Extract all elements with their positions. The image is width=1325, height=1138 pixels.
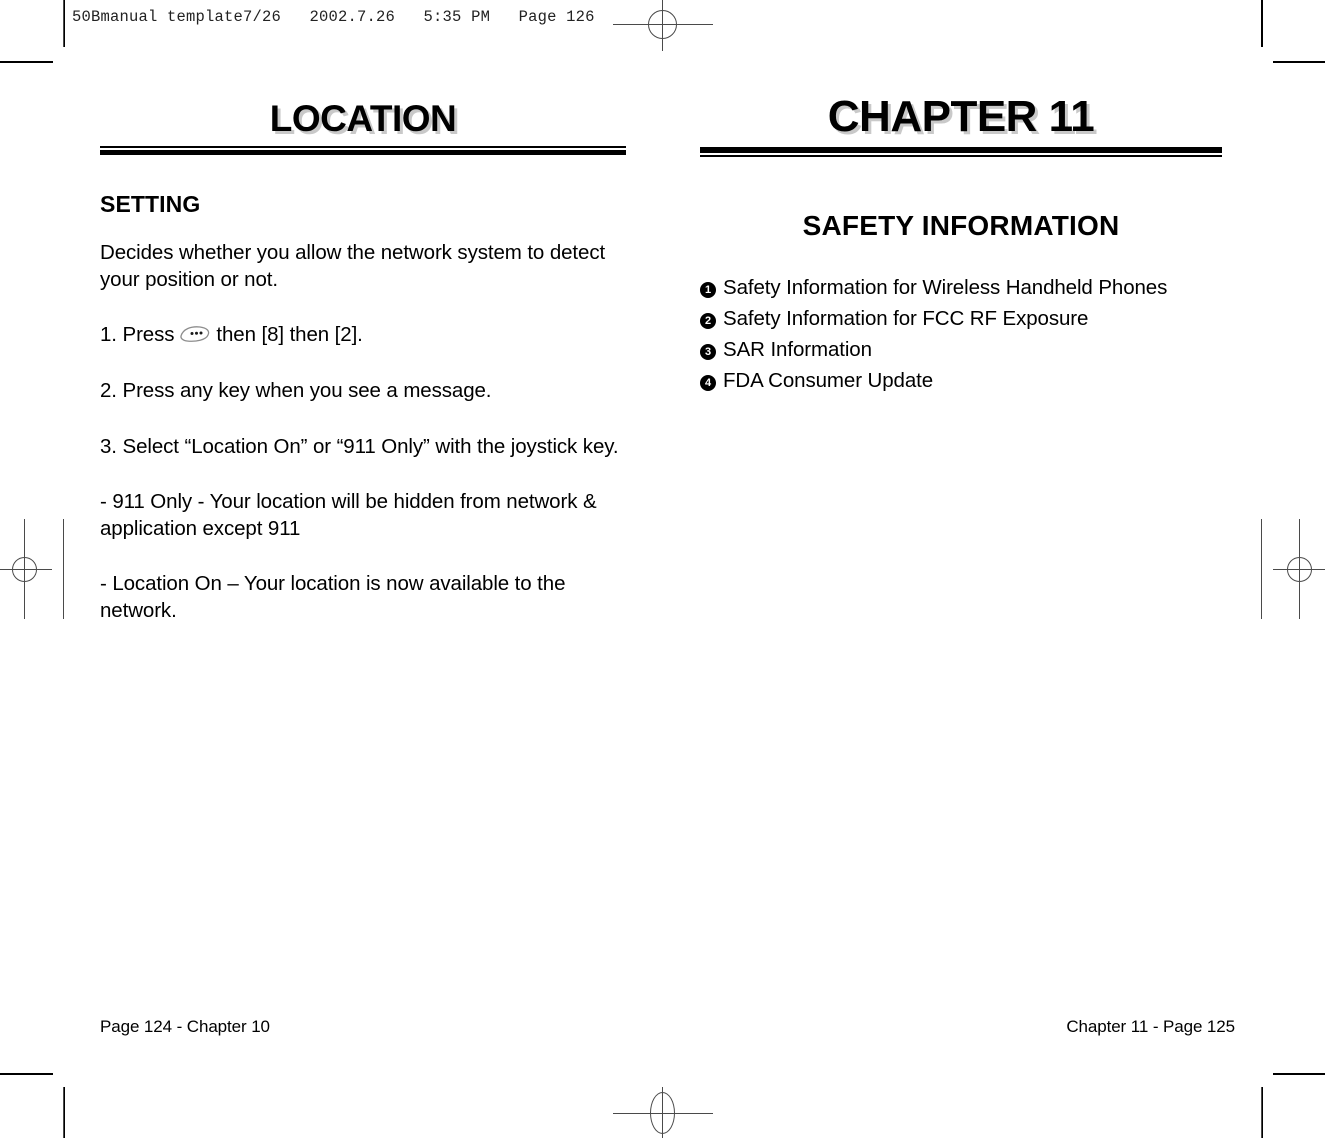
crop-mark-top-right-horizontal [1273, 61, 1325, 63]
crop-mark-top-right-vertical [1261, 0, 1263, 47]
list-item: 1 Safety Information for Wireless Handhe… [700, 272, 1222, 303]
right-page-title-rule [700, 147, 1222, 157]
step-1-paragraph: 1. Press then [8] then [2]. [100, 322, 626, 349]
menu-key-icon [178, 324, 212, 344]
setting-intro-paragraph: Decides whether you allow the network sy… [100, 241, 606, 291]
left-page-column: LOCATION SETTING Decides whether you all… [100, 100, 626, 625]
page-guide-left-middle [24, 519, 25, 619]
page-edge-guide-left [63, 519, 64, 619]
list-item: 4 FDA Consumer Update [700, 365, 1222, 396]
rule-thin-line [700, 155, 1222, 157]
registration-mark-top [648, 10, 677, 39]
registration-mark-bottom [650, 1092, 675, 1134]
registration-mark-right [1287, 557, 1312, 582]
list-item: 2 Safety Information for FCC RF Exposure [700, 303, 1222, 334]
safety-information-heading: SAFETY INFORMATION [802, 210, 1120, 241]
rule-thick-line [100, 150, 626, 155]
step-3-paragraph: 3. Select “Location On” or “911 Only” wi… [100, 434, 619, 458]
right-page-banner-title: CHAPTER 11 [827, 92, 1095, 141]
crop-mark-top-left-horizontal [0, 61, 53, 63]
right-page-column: CHAPTER 11 SAFETY INFORMATION 1 Safety I… [700, 95, 1222, 397]
setting-heading: SETTING [100, 191, 201, 217]
step-1-text-after: then [8] then [2]. [216, 323, 363, 347]
list-item-label: Safety Information for FCC RF Exposure [723, 307, 1089, 331]
step-1-text-before: 1. Press [100, 323, 175, 347]
page-guide-left-upper [63, 0, 64, 47]
note-911-only: - 911 Only - Your location will be hidde… [100, 490, 597, 540]
note-location-on: - Location On – Your location is now ava… [100, 572, 566, 623]
numbered-bullet-2-icon: 2 [700, 313, 716, 330]
safety-topics-list: 1 Safety Information for Wireless Handhe… [700, 272, 1222, 397]
crop-mark-bottom-left-horizontal [0, 1073, 53, 1075]
left-page-title-rule [100, 146, 626, 155]
right-page-footer: Chapter 11 - Page 125 [1066, 1017, 1235, 1036]
page-edge-guide-right [1261, 519, 1262, 619]
page-edge-guide-left-bottom [63, 1087, 64, 1138]
list-item-label: FDA Consumer Update [723, 369, 934, 393]
page-edge-guide-right-bottom [1261, 1087, 1262, 1138]
list-item-label: Safety Information for Wireless Handheld… [723, 276, 1168, 299]
numbered-bullet-1-icon: 1 [700, 282, 716, 298]
left-page-banner-title: LOCATION [269, 98, 457, 139]
step-2-paragraph: 2. Press any key when you see a message. [100, 378, 492, 402]
print-imprint-line: 50Bmanual template7/26 2002.7.26 5:35 PM… [72, 8, 595, 26]
list-item-label: SAR Information [723, 338, 872, 362]
crop-mark-bottom-right-horizontal [1273, 1073, 1325, 1075]
numbered-bullet-4-icon: 4 [700, 375, 716, 392]
numbered-bullet-3-icon: 3 [700, 344, 716, 361]
list-item: 3 SAR Information [700, 334, 1222, 365]
left-page-footer: Page 124 - Chapter 10 [100, 1017, 270, 1036]
